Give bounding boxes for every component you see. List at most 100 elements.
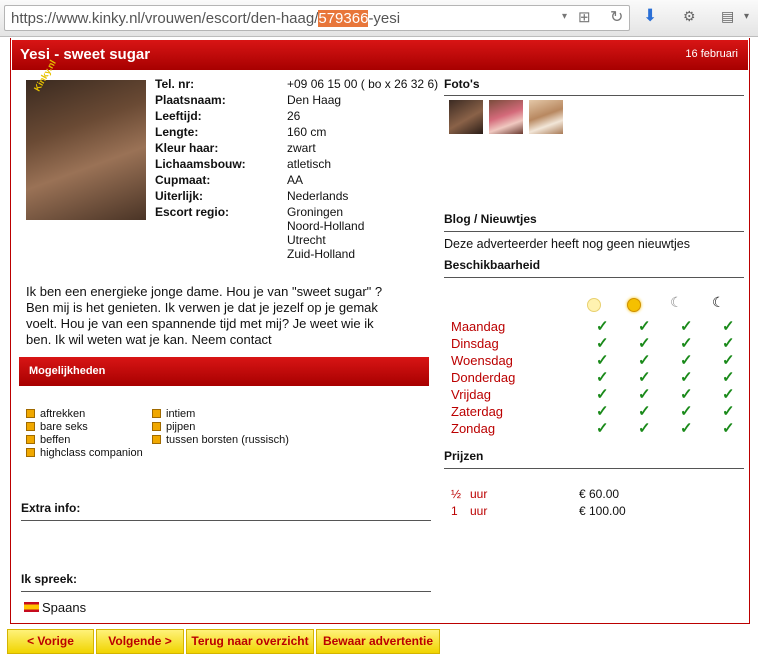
main-photo[interactable]: Kinky.nl (26, 58, 146, 220)
available-check-icon: ✓ (680, 335, 693, 352)
url-text: https://www.kinky.nl/vrouwen/escort/den-… (11, 10, 401, 27)
bullet-icon (26, 408, 35, 418)
available-check-icon: ✓ (722, 420, 735, 437)
day-label: Zaterdag (451, 404, 504, 419)
url-bar[interactable]: https://www.kinky.nl/vrouwen/escort/den-… (4, 5, 630, 31)
divider (21, 520, 431, 521)
menu-arrow-icon[interactable]: ▾ (744, 11, 749, 22)
clipboard-icon[interactable]: ▤ (721, 8, 734, 25)
evening-moon-icon: ☾ (670, 294, 683, 310)
night-moon-icon: ☾ (712, 294, 725, 310)
divider (444, 277, 744, 278)
available-check-icon: ✓ (680, 420, 693, 437)
prices-heading: Prijzen (444, 449, 484, 463)
save-ad-button[interactable]: Bewaar advertentie (316, 629, 440, 654)
extra-info-heading: Extra info: (21, 501, 81, 515)
service-item: tussen borsten (russisch) (152, 434, 289, 446)
photo-thumbnail[interactable] (449, 100, 483, 134)
detail-value: zwart (287, 141, 316, 155)
bullet-icon (152, 421, 161, 431)
blog-text: Deze adverteerder heeft nog geen nieuwtj… (444, 237, 690, 251)
detail-value: 26 (287, 109, 301, 123)
description-line: Ben mij is het genieten. Ik verwen je da… (26, 300, 378, 315)
description: Ik ben een energieke jonge dame. Hou je … (26, 284, 396, 348)
reader-view-icon[interactable]: ⊞ (578, 8, 591, 26)
available-check-icon: ✓ (596, 318, 609, 335)
available-check-icon: ✓ (596, 420, 609, 437)
price-unit: uur (470, 487, 488, 501)
detail-value: Den Haag (287, 93, 342, 107)
day-label: Maandag (451, 319, 506, 334)
bullet-icon (26, 421, 35, 431)
reload-icon[interactable]: ↻ (610, 7, 623, 27)
bullet-icon (26, 434, 35, 444)
price-qty: ½ (451, 487, 462, 501)
divider (444, 231, 744, 232)
available-check-icon: ✓ (680, 369, 693, 386)
afternoon-sun-icon (627, 298, 641, 312)
detail-label: Plaatsnaam: (155, 93, 226, 107)
available-check-icon: ✓ (722, 403, 735, 420)
available-check-icon: ✓ (596, 335, 609, 352)
available-check-icon: ✓ (722, 369, 735, 386)
service-item: highclass companion (26, 447, 143, 459)
extension-icon[interactable]: ⚙ (683, 8, 696, 25)
detail-label: Uiterlijk: (155, 189, 204, 203)
detail-label: Lengte: (155, 125, 199, 139)
divider (444, 468, 744, 469)
service-item: beffen (26, 434, 70, 446)
fotos-heading: Foto's (444, 77, 480, 91)
availability-heading: Beschikbaarheid (444, 258, 541, 272)
next-button[interactable]: Volgende > (96, 629, 184, 654)
previous-button[interactable]: < Vorige (7, 629, 94, 654)
dropdown-arrow-icon[interactable]: ▾ (562, 11, 567, 22)
description-line: Ik ben een energieke jonge dame. Hou je … (26, 284, 383, 299)
description-line: voelt. Hou je van een spannende tijd met… (26, 316, 374, 331)
available-check-icon: ✓ (596, 386, 609, 403)
service-item: pijpen (152, 421, 195, 433)
listing-date: 16 februari (685, 48, 738, 60)
bullet-icon (152, 408, 161, 418)
detail-label: Escort regio: (155, 205, 230, 219)
day-label: Woensdag (451, 353, 513, 368)
detail-label: Cupmaat: (155, 173, 211, 187)
description-line: ben. Ik wil weten wat je kan. Neem conta… (26, 332, 272, 347)
day-label: Zondag (451, 421, 496, 436)
languages-heading: Ik spreek: (21, 572, 78, 586)
browser-toolbar: https://www.kinky.nl/vrouwen/escort/den-… (0, 0, 758, 37)
service-item: bare seks (26, 421, 88, 433)
service-item: intiem (152, 408, 195, 420)
listing-title: Yesi - sweet sugar (20, 46, 151, 63)
detail-label: Tel. nr: (155, 77, 195, 91)
available-check-icon: ✓ (638, 318, 651, 335)
mogelijkheden-header: Mogelijkheden (19, 357, 429, 386)
available-check-icon: ✓ (596, 403, 609, 420)
detail-value: atletisch (287, 157, 332, 171)
detail-value: Nederlands (287, 189, 349, 203)
detail-value: AA (287, 173, 304, 187)
detail-value: Noord-Holland (287, 219, 365, 233)
download-icon[interactable]: ⬇ (643, 6, 657, 26)
detail-value: +09 06 15 00 ( bo x 26 32 6) (287, 77, 439, 91)
photo-thumbnail[interactable] (529, 100, 563, 134)
detail-label: Lichaamsbouw: (155, 157, 246, 171)
service-item: aftrekken (26, 408, 85, 420)
back-to-overview-button[interactable]: Terug naar overzicht (186, 629, 314, 654)
detail-label: Kleur haar: (155, 141, 219, 155)
available-check-icon: ✓ (680, 403, 693, 420)
available-check-icon: ✓ (722, 335, 735, 352)
available-check-icon: ✓ (680, 352, 693, 369)
day-label: Vrijdag (451, 387, 491, 402)
blog-heading: Blog / Nieuwtjes (444, 212, 537, 226)
bullet-icon (26, 447, 35, 457)
detail-value: Groningen (287, 205, 344, 219)
divider (444, 95, 744, 96)
detail-label: Leeftijd: (155, 109, 202, 123)
language-item: Spaans (42, 600, 87, 615)
listing-header: Yesi - sweet sugar 16 februari (12, 40, 748, 70)
detail-value: Zuid-Holland (287, 247, 356, 261)
photo-thumbnail[interactable] (489, 100, 523, 134)
detail-value: 160 cm (287, 125, 327, 139)
available-check-icon: ✓ (722, 352, 735, 369)
bullet-icon (152, 434, 161, 444)
